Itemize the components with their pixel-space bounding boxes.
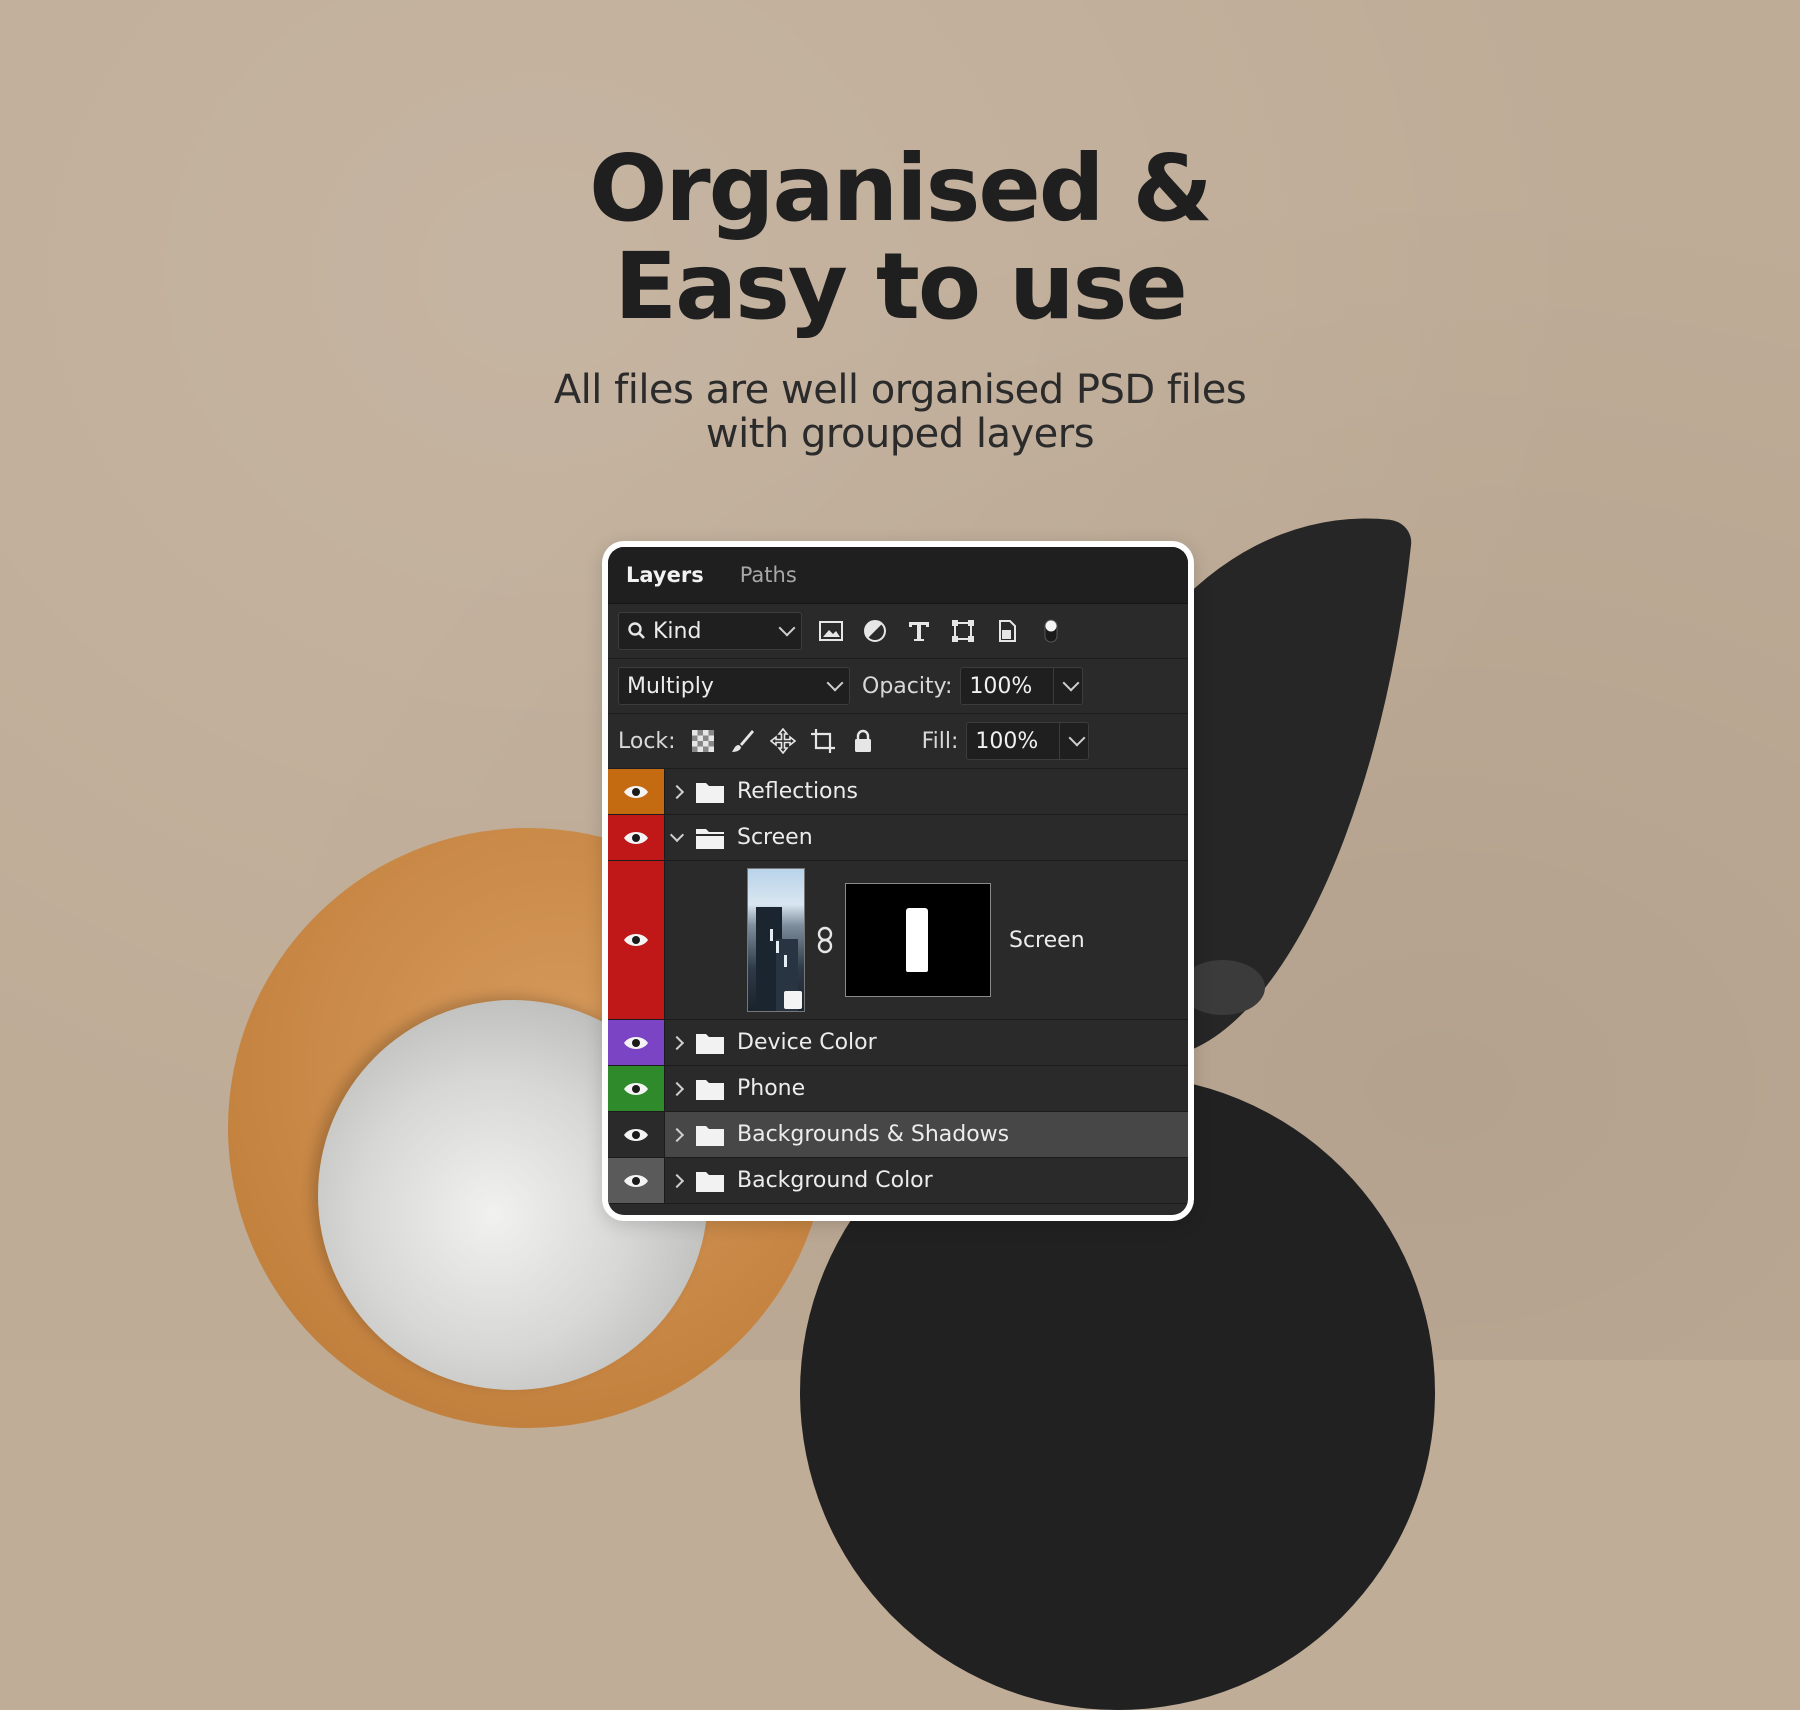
adjustment-filter-icon[interactable] [860, 616, 890, 646]
blend-mode-label: Multiply [627, 673, 714, 699]
layers-panel: Layers Paths Kind Multiply Opacity: 100%… [608, 547, 1188, 1215]
lock-transparent-icon[interactable] [688, 726, 718, 756]
expand-arrow[interactable] [665, 1035, 689, 1050]
kind-filter-label: Kind [653, 618, 702, 644]
tab-layers[interactable]: Layers [608, 547, 722, 603]
layer-name: Screen [737, 825, 813, 850]
visibility-toggle[interactable] [608, 1158, 665, 1203]
layer-name: Background Color [737, 1168, 933, 1193]
visibility-toggle[interactable] [608, 769, 665, 814]
image-filter-icon[interactable] [816, 616, 846, 646]
eye-icon [624, 831, 648, 844]
window-shape [784, 955, 787, 967]
chevron-right-icon [669, 1173, 685, 1188]
layers-panel-frame: Layers Paths Kind Multiply Opacity: 100%… [602, 541, 1194, 1221]
folder-open-icon [696, 828, 724, 849]
lock-position-icon[interactable] [768, 726, 798, 756]
layer-backgrounds-shadows[interactable]: Backgrounds & Shadows [608, 1112, 1188, 1158]
fill-field[interactable]: 100% [966, 722, 1090, 760]
chevron-down-icon [778, 619, 796, 637]
layer-name: Phone [737, 1076, 806, 1101]
lock-image-icon[interactable] [728, 726, 758, 756]
search-icon [628, 622, 645, 639]
expand-arrow[interactable] [665, 1173, 689, 1188]
smart-object-badge-icon [784, 991, 802, 1009]
chevron-down-icon [826, 674, 844, 692]
chevron-down-icon [1062, 674, 1080, 692]
smart-object-filter-icon[interactable] [992, 616, 1022, 646]
eye-icon [624, 934, 648, 946]
fill-label: Fill: [921, 728, 959, 754]
blend-row: Multiply Opacity: 100% [608, 659, 1188, 714]
folder-icon [696, 1033, 724, 1054]
lock-row: Lock: Fill: 100% [608, 714, 1188, 769]
headline-line-2: Easy to use [614, 233, 1188, 340]
lock-all-icon[interactable] [848, 726, 878, 756]
chevron-right-icon [669, 784, 685, 799]
fill-dropdown[interactable] [1059, 723, 1088, 759]
expand-arrow[interactable] [665, 784, 689, 799]
lock-artboard-icon[interactable] [808, 726, 838, 756]
layer-name: Device Color [737, 1030, 877, 1055]
eye-icon [624, 1082, 648, 1095]
subtitle-line-1: All files are well organised PSD files [553, 367, 1247, 413]
eye-icon [624, 1174, 648, 1187]
layer-name: Backgrounds & Shadows [737, 1122, 1010, 1147]
layer-device-color[interactable]: Device Color [608, 1020, 1188, 1066]
layer-name: Screen [1009, 927, 1085, 953]
mask-shape [906, 908, 928, 972]
chevron-right-icon [669, 1035, 685, 1050]
layer-background-color[interactable]: Background Color [608, 1158, 1188, 1204]
chevron-down-icon [1068, 729, 1086, 747]
window-shape [776, 941, 779, 953]
window-shape [770, 929, 773, 941]
folder-icon [696, 782, 724, 803]
expand-arrow[interactable] [665, 1127, 689, 1142]
subtitle: All files are well organised PSD files w… [0, 368, 1800, 456]
folder-icon [696, 1079, 724, 1100]
layer-screen-group[interactable]: Screen [608, 815, 1188, 861]
tab-paths[interactable]: Paths [722, 547, 815, 603]
visibility-toggle[interactable] [608, 815, 665, 860]
opacity-value: 100% [969, 673, 1033, 699]
visibility-toggle[interactable] [608, 1020, 665, 1065]
panel-tabs: Layers Paths [608, 547, 1188, 604]
layer-mask-thumbnail[interactable] [845, 883, 991, 997]
shape-filter-icon[interactable] [948, 616, 978, 646]
fill-value: 100% [975, 728, 1039, 754]
visibility-toggle[interactable] [608, 1112, 665, 1157]
kind-filter-select[interactable]: Kind [618, 612, 802, 650]
opacity-field[interactable]: 100% [960, 667, 1084, 705]
opacity-dropdown[interactable] [1053, 668, 1082, 704]
folder-icon [696, 1125, 724, 1146]
filter-row: Kind [608, 604, 1188, 659]
visibility-toggle[interactable] [608, 861, 665, 1019]
link-icon[interactable] [815, 926, 835, 954]
layer-phone[interactable]: Phone [608, 1066, 1188, 1112]
headline: Organised & Easy to use [0, 140, 1800, 336]
type-filter-icon[interactable] [904, 616, 934, 646]
layer-name: Reflections [737, 779, 858, 804]
folder-icon [696, 1171, 724, 1192]
expand-arrow[interactable] [665, 827, 689, 843]
opacity-label: Opacity: [862, 673, 953, 699]
layer-screen-smart-object[interactable]: Screen [608, 861, 1188, 1020]
layer-thumbnail[interactable] [747, 868, 805, 1012]
filter-toggle-icon[interactable] [1036, 616, 1066, 646]
visibility-toggle[interactable] [608, 1066, 665, 1111]
subtitle-line-2: with grouped layers [705, 411, 1095, 457]
eye-icon [624, 1036, 648, 1049]
chevron-right-icon [669, 1081, 685, 1096]
eye-icon [624, 785, 648, 798]
headline-line-1: Organised & [589, 135, 1213, 242]
layer-reflections[interactable]: Reflections [608, 769, 1188, 815]
expand-arrow[interactable] [665, 1081, 689, 1096]
lock-label: Lock: [618, 728, 676, 754]
chevron-down-icon [669, 827, 685, 843]
blend-mode-select[interactable]: Multiply [618, 667, 850, 705]
chevron-right-icon [669, 1127, 685, 1142]
eye-icon [624, 1128, 648, 1141]
